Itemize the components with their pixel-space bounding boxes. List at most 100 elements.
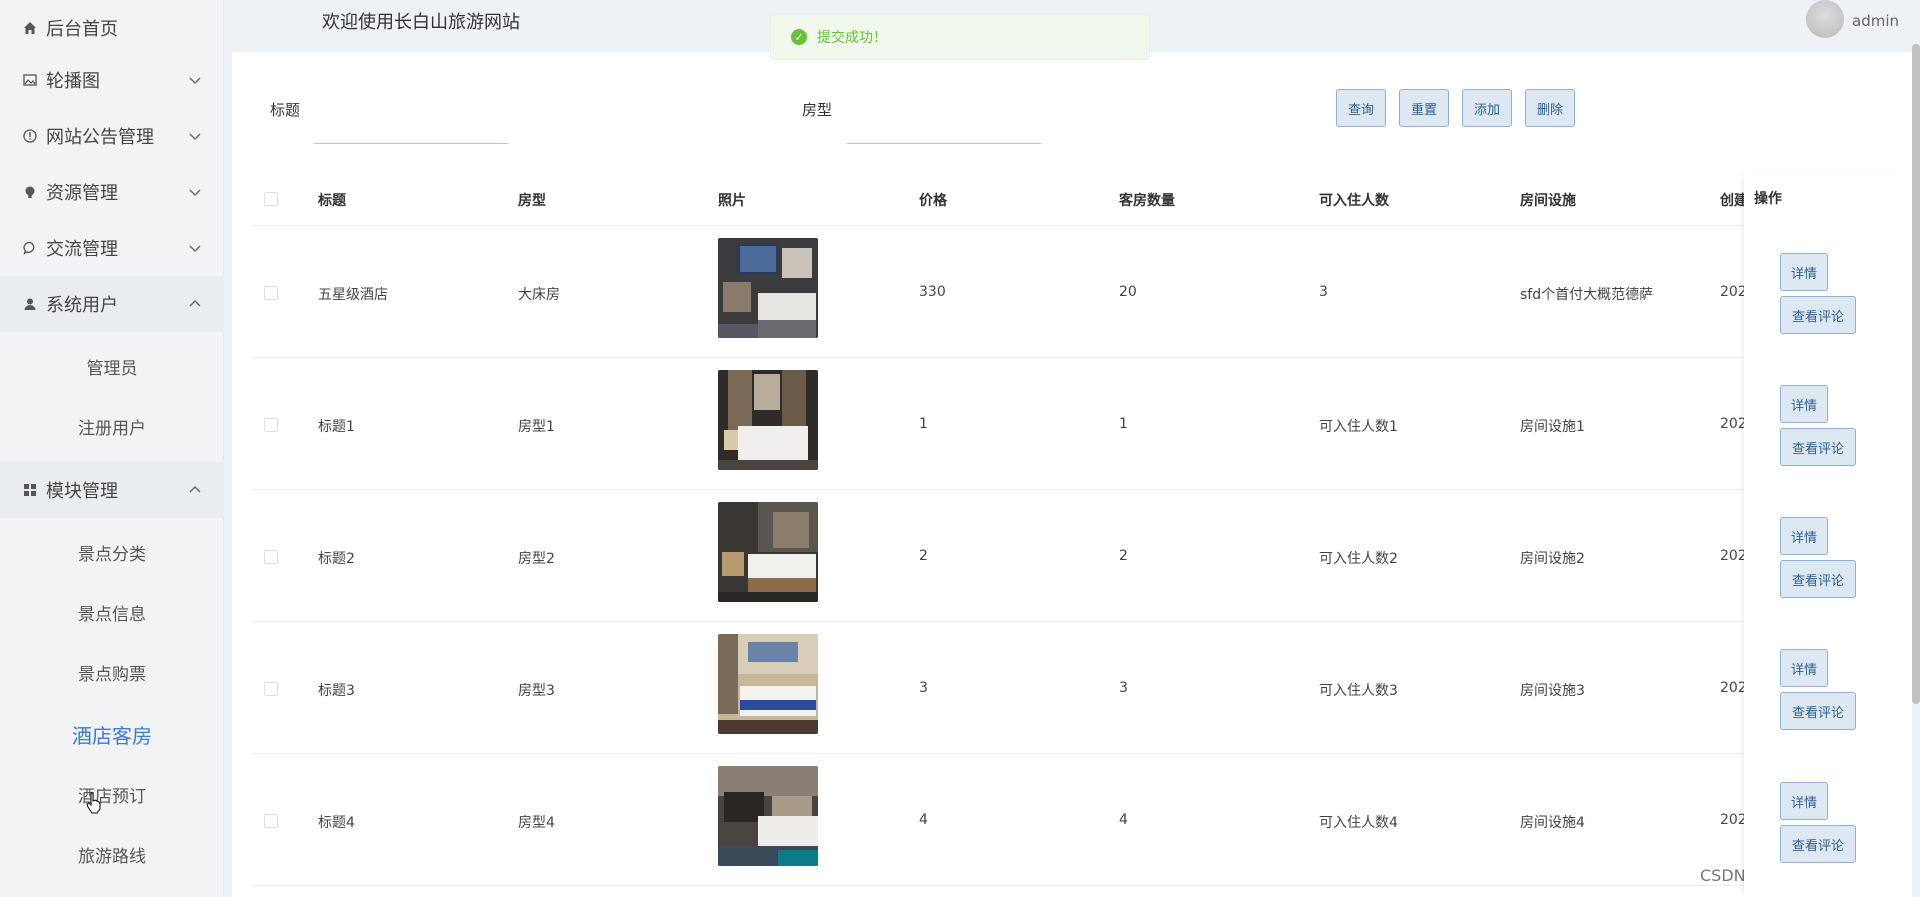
scrollbar[interactable]: [1912, 44, 1920, 704]
info-icon: [22, 128, 38, 144]
sub-scenic-info[interactable]: 景点信息: [0, 584, 224, 640]
table-row: 标题3 房型3 3 3 可入住人数3 房间设施3 2023-0: [252, 622, 1884, 754]
menu-system-user[interactable]: 系统用户: [0, 276, 224, 332]
hand-cursor-icon: [86, 792, 101, 814]
menu-module-label: 模块管理: [46, 481, 118, 502]
cell-facility: 房间设施3: [1520, 683, 1585, 699]
table-header: 标题 房型 照片 价格 客房数量 可入住人数 房间设施 创建时间: [252, 172, 1884, 226]
col-title: 标题: [318, 193, 346, 209]
sub-registered-user[interactable]: 注册用户: [0, 398, 224, 454]
col-operations: 操作: [1744, 172, 1912, 226]
row-checkbox[interactable]: [264, 814, 278, 828]
grid-icon: [22, 482, 38, 498]
bulb-icon: [22, 184, 38, 200]
sub-scenic-ticket[interactable]: 景点购票: [0, 644, 224, 700]
chevron-up-icon: [189, 300, 201, 307]
view-review-button[interactable]: 查看评论: [1780, 825, 1856, 863]
cell-count: 4: [1119, 812, 1128, 828]
cell-capacity: 可入住人数4: [1319, 815, 1398, 831]
cell-capacity: 3: [1319, 284, 1328, 300]
cell-title: 五星级酒店: [318, 287, 388, 303]
row-checkbox[interactable]: [264, 682, 278, 696]
check-circle-icon: ✓: [791, 29, 807, 45]
view-review-button[interactable]: 查看评论: [1780, 692, 1856, 730]
avatar[interactable]: [1806, 0, 1844, 38]
menu-communication[interactable]: 交流管理: [0, 220, 224, 276]
cell-price: 330: [919, 284, 946, 300]
chevron-up-icon: [189, 486, 201, 493]
room-photo: [718, 370, 818, 470]
row-checkbox[interactable]: [264, 550, 278, 564]
add-button[interactable]: 添加: [1462, 89, 1512, 127]
image-icon: [22, 72, 38, 88]
sub-hotel-booking[interactable]: 酒店预订: [0, 766, 224, 822]
cell-room: 大床房: [518, 287, 560, 303]
cell-facility: sfd个首付大概范德萨: [1520, 287, 1654, 303]
cell-facility: 房间设施1: [1520, 419, 1585, 435]
room-photo: [718, 502, 818, 602]
detail-button[interactable]: 详情: [1780, 253, 1828, 291]
sub-travel-route[interactable]: 旅游路线: [0, 826, 224, 882]
sub-scenic-category[interactable]: 景点分类: [0, 524, 224, 580]
home-icon: [22, 20, 38, 36]
cell-title: 标题3: [318, 683, 355, 699]
reset-button[interactable]: 重置: [1399, 89, 1449, 127]
menu-resource[interactable]: 资源管理: [0, 164, 224, 220]
cell-price: 4: [919, 812, 928, 828]
menu-module[interactable]: 模块管理: [0, 462, 224, 518]
user-icon: [22, 296, 38, 312]
view-review-button[interactable]: 查看评论: [1780, 296, 1856, 334]
cell-count: 1: [1119, 416, 1128, 432]
user-name[interactable]: admin: [1852, 12, 1899, 30]
sub-admin[interactable]: 管理员: [0, 338, 224, 394]
select-all-checkbox[interactable]: [264, 192, 278, 206]
row-checkbox[interactable]: [264, 418, 278, 432]
menu-home-label: 后台首页: [46, 19, 118, 40]
cell-capacity: 可入住人数3: [1319, 683, 1398, 699]
delete-button[interactable]: 删除: [1525, 89, 1575, 127]
operations-column: [1744, 172, 1912, 897]
menu-resource-label: 资源管理: [46, 183, 118, 204]
detail-button[interactable]: 详情: [1780, 782, 1828, 820]
col-count: 客房数量: [1119, 193, 1175, 209]
view-review-button[interactable]: 查看评论: [1780, 428, 1856, 466]
table-row: 标题1 房型1 1 1 可入住人数1 房间设施1 2023-0: [252, 358, 1884, 490]
menu-carousel[interactable]: 轮播图: [0, 52, 224, 108]
cell-facility: 房间设施4: [1520, 815, 1585, 831]
sub-hotel-room[interactable]: 酒店客房: [0, 706, 224, 762]
cell-price: 2: [919, 548, 928, 564]
detail-button[interactable]: 详情: [1780, 385, 1828, 423]
row-checkbox[interactable]: [264, 286, 278, 300]
sidebar: 后台首页 轮播图 网站公告管理 资源管理 交流管理 系统用户 管理员 注册用户 …: [0, 0, 224, 897]
cell-title: 标题4: [318, 815, 355, 831]
welcome-title: 欢迎使用长白山旅游网站: [322, 12, 520, 33]
chevron-down-icon: [189, 77, 201, 84]
title-search-input[interactable]: [314, 108, 508, 144]
col-photo: 照片: [718, 193, 746, 209]
cell-title: 标题1: [318, 419, 355, 435]
main-panel: 标题 房型 查询 重置 添加 删除 标题 房型 照片 价格 客房数量 可入住人数…: [232, 52, 1912, 897]
cell-count: 2: [1119, 548, 1128, 564]
table-row: 标题2 房型2 2 2 可入住人数2 房间设施2 2023-0: [252, 490, 1884, 622]
room-photo: [718, 634, 818, 734]
room-search-input[interactable]: [847, 108, 1041, 144]
cell-room: 房型2: [518, 551, 555, 567]
cell-room: 房型4: [518, 815, 555, 831]
cell-title: 标题2: [318, 551, 355, 567]
cell-price: 3: [919, 680, 928, 696]
detail-button[interactable]: 详情: [1780, 649, 1828, 687]
cell-count: 3: [1119, 680, 1128, 696]
col-room: 房型: [518, 193, 546, 209]
view-review-button[interactable]: 查看评论: [1780, 560, 1856, 598]
chevron-down-icon: [189, 189, 201, 196]
query-button[interactable]: 查询: [1336, 89, 1386, 127]
title-search-label: 标题: [270, 101, 301, 119]
cell-capacity: 可入住人数1: [1319, 419, 1398, 435]
detail-button[interactable]: 详情: [1780, 517, 1828, 555]
table-row: 标题4 房型4 4 4 可入住人数4 房间设施4 2023-0: [252, 754, 1884, 886]
menu-notice[interactable]: 网站公告管理: [0, 108, 224, 164]
menu-system-user-label: 系统用户: [46, 295, 118, 316]
cell-room: 房型3: [518, 683, 555, 699]
menu-home[interactable]: 后台首页: [0, 0, 224, 56]
chevron-down-icon: [189, 133, 201, 140]
